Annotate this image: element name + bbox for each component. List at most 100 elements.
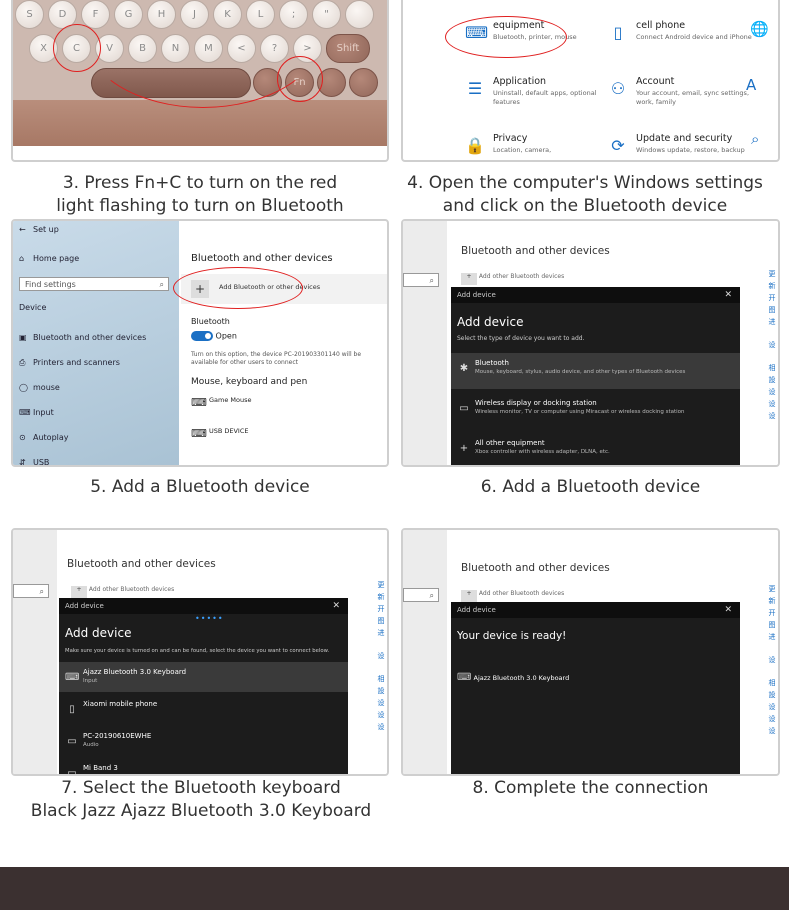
mouse-keyboard-section: Mouse, keyboard and pen xyxy=(191,377,308,387)
search-icon: ⌕ xyxy=(429,276,434,285)
ready-device-row: ⌨ Ajazz Bluetooth 3.0 Keyboard xyxy=(457,672,569,683)
device-name: Game Mouse xyxy=(208,396,252,404)
back-link[interactable]: ← Set up xyxy=(19,225,59,234)
close-icon[interactable]: ✕ xyxy=(724,602,732,618)
device-type-option-1[interactable]: ▭ Wireless display or docking station Wire… xyxy=(451,393,740,429)
found-device-3[interactable]: ▭ Mi Band 3 xyxy=(59,758,348,774)
device-icon: ⌨ xyxy=(65,672,80,683)
dialog-heading: Your device is ready! xyxy=(457,630,567,642)
find-settings-input[interactable]: Find settings ⌕ xyxy=(19,277,169,291)
settings-item-2[interactable]: ☰ Application Uninstall, default apps, opt… xyxy=(465,76,615,112)
side-glyph: 设 xyxy=(377,652,385,660)
sidebar-item-5[interactable]: ⇵ USB xyxy=(19,458,49,465)
device-type-option-0[interactable]: ✱ Bluetooth Mouse, keyboard, stylus, audio… xyxy=(451,353,740,389)
found-device-1[interactable]: ▯ Xiaomi mobile phone xyxy=(59,694,348,724)
side-glyph: 新 xyxy=(377,593,385,601)
bluetooth-toggle[interactable]: Open xyxy=(191,331,237,341)
left-strip xyxy=(13,530,57,774)
footer-bar xyxy=(0,867,789,910)
device-name: USB DEVICE xyxy=(208,427,249,435)
nav-icon: ⌨ xyxy=(19,408,31,417)
bg-search: ⌕ xyxy=(403,273,439,287)
side-glyph: 設 xyxy=(377,687,385,695)
device-icon: ▭ xyxy=(67,736,77,747)
side-glyph: 开 xyxy=(768,609,776,617)
sync-icon: ⟳ xyxy=(611,136,625,155)
search-icon: ⌕ xyxy=(159,280,164,289)
ready-device-name: Ajazz Bluetooth 3.0 Keyboard xyxy=(473,674,570,682)
side-glyph: 更 xyxy=(377,581,385,589)
side-glyph: 设 xyxy=(377,699,385,707)
dialog-heading: Add device xyxy=(457,315,524,329)
device-icon: ▯ xyxy=(69,704,75,715)
keycap: S xyxy=(15,0,44,29)
side-glyph: 设 xyxy=(768,656,776,664)
phone-icon: ▯ xyxy=(613,23,623,42)
nav-icon: ▣ xyxy=(19,333,27,342)
search-icon: ⌕ xyxy=(429,591,434,600)
device-game-mouse[interactable]: ⌨ Game Mouse xyxy=(191,396,251,409)
settings-sidebar: ← Set up ⌂ Home page Find settings ⌕ Devic… xyxy=(13,221,179,465)
back-arrow-icon: ← xyxy=(19,225,26,234)
side-glyph: 设 xyxy=(377,723,385,731)
device-title: Xiaomi mobile phone xyxy=(83,700,158,708)
option-icon: ▭ xyxy=(459,403,469,414)
search-icon: ⌕ xyxy=(751,130,760,148)
bt-main-title: Bluetooth and other devices xyxy=(191,253,333,264)
option-sub: Mouse, keyboard, stylus, audio device, a… xyxy=(475,369,686,375)
close-icon[interactable]: ✕ xyxy=(332,598,340,614)
highlight-ring-equipment xyxy=(445,16,567,58)
device-sub: Audio xyxy=(83,742,99,748)
side-glyph: 设 xyxy=(768,727,776,735)
bg-title: Bluetooth and other devices xyxy=(461,562,610,574)
back-label: Set up xyxy=(33,225,59,234)
side-glyph: 图 xyxy=(377,617,385,625)
settings-item-1[interactable]: ▯ cell phone Connect Android device and iP… xyxy=(608,20,758,56)
left-strip xyxy=(403,530,447,774)
found-device-2[interactable]: ▭ PC-20190610EWHE Audio xyxy=(59,726,348,756)
add-device-dialog: Add device ✕ Add device Select the type … xyxy=(451,287,740,465)
device-type-option-2[interactable]: + All other equipment Xbox controller with… xyxy=(451,433,740,465)
option-sub: Wireless monitor, TV or computer using M… xyxy=(475,409,685,415)
nav-icon: ⎙ xyxy=(19,358,26,367)
side-glyph: 相 xyxy=(768,364,776,372)
settings-item-title: Privacy xyxy=(493,133,528,144)
keyboard-icon: ⌨ xyxy=(191,427,207,440)
step7-caption: 7. Select the Bluetooth keyboard Black J… xyxy=(5,777,397,823)
settings-item-5[interactable]: ⟳ Update and security Windows update, rest… xyxy=(608,133,758,160)
add-device-type-screen: ⌕ Bluetooth and other devices + Add othe… xyxy=(401,219,780,467)
sidebar-item-1[interactable]: ⎙ Printers and scanners xyxy=(19,358,120,368)
found-device-0[interactable]: ⌨ Ajazz Bluetooth 3.0 Keyboard Input xyxy=(59,662,348,692)
sidebar-item-0[interactable]: ▣ Bluetooth and other devices xyxy=(19,333,146,342)
device-header: Device xyxy=(19,303,47,312)
device-usb[interactable]: ⌨ USB DEVICE xyxy=(191,427,249,440)
dialog-titlebar: Add device xyxy=(451,287,740,303)
sidebar-item-3[interactable]: ⌨ Input xyxy=(19,408,54,417)
highlight-ring-add xyxy=(173,267,303,309)
step4-caption-line2: and click on the Bluetooth device xyxy=(442,196,728,216)
device-sub: Input xyxy=(83,678,98,684)
sidebar-item-label: Bluetooth and other devices xyxy=(33,333,147,342)
sidebar-item-2[interactable]: ◯ mouse xyxy=(19,383,60,392)
option-icon: + xyxy=(459,443,469,454)
side-glyph: 設 xyxy=(768,376,776,384)
bg-title: Bluetooth and other devices xyxy=(461,245,610,257)
sidebar-item-label: Input xyxy=(33,408,54,417)
settings-item-3[interactable]: ⚇ Account Your account, email, sync settin… xyxy=(608,76,758,112)
settings-item-sub: Windows update, restore, backup xyxy=(636,146,745,154)
settings-item-title: cell phone xyxy=(636,20,686,31)
side-glyph: 设 xyxy=(768,388,776,396)
home-link[interactable]: ⌂ Home page xyxy=(19,254,79,263)
side-glyph: 设 xyxy=(377,711,385,719)
close-icon[interactable]: ✕ xyxy=(724,287,732,303)
option-title: All other equipment xyxy=(475,439,545,447)
plus-icon: + xyxy=(461,590,477,602)
side-glyph: 进 xyxy=(377,629,385,637)
settings-item-sub: Location, camera, xyxy=(493,146,552,154)
sidebar-item-4[interactable]: ⊙ Autoplay xyxy=(19,433,69,442)
search-icon: ⌕ xyxy=(39,587,44,596)
side-glyph: 设 xyxy=(768,341,776,349)
settings-item-4[interactable]: 🔒 Privacy Location, camera, xyxy=(465,133,615,160)
windows-settings-screen: ⌨ equipment Bluetooth, printer, mouse ▯ cell… xyxy=(401,0,780,162)
progress-dots: ••••• xyxy=(195,614,224,623)
